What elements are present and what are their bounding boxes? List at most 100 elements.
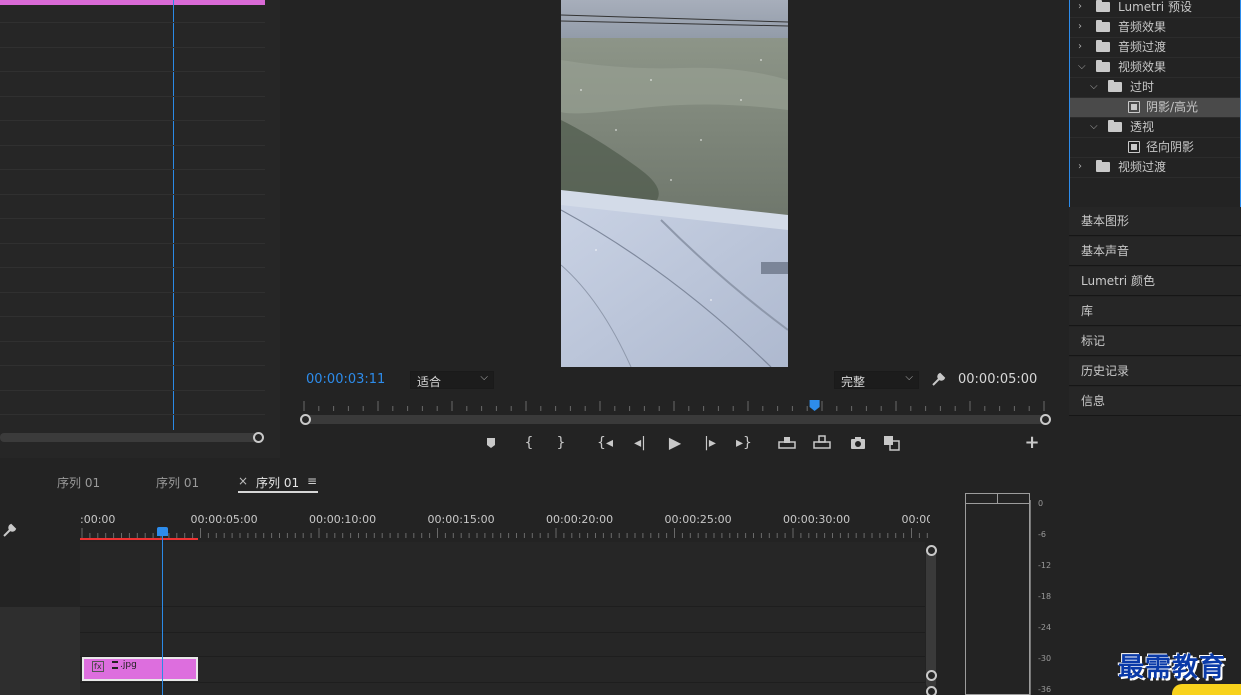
chevron-down-icon: ⌵ bbox=[480, 372, 488, 383]
ruler-label: 00:00:25:00 bbox=[665, 513, 732, 526]
program-playhead-marker[interactable] bbox=[809, 400, 820, 411]
effects-tree-item[interactable]: › 视频过渡 bbox=[1070, 158, 1240, 178]
timeline-scroll-bottom-handle[interactable] bbox=[926, 670, 937, 681]
meter-tick-label: -6 bbox=[1038, 530, 1046, 539]
timeline-time-ruler[interactable]: :00:00 00:00:05:00 00:00:10:00 00:00:15:00 0… bbox=[80, 508, 930, 538]
side-panel-item[interactable]: 基本图形 bbox=[1069, 207, 1241, 236]
zoom-level-value: 适合 bbox=[417, 375, 442, 389]
chevron-down-icon[interactable]: ⌵ bbox=[1090, 78, 1100, 96]
tab-sequence-1[interactable]: 序列 01 bbox=[57, 474, 100, 491]
source-row-divider bbox=[0, 22, 265, 23]
button-editor-plus[interactable]: + bbox=[1021, 432, 1043, 454]
mark-out-button[interactable]: } bbox=[550, 432, 572, 454]
chevron-right-icon[interactable]: › bbox=[1078, 0, 1088, 16]
tab-sequence-2[interactable]: 序列 01 bbox=[156, 474, 199, 491]
step-back-button[interactable]: ◂| bbox=[629, 432, 651, 454]
folder-icon bbox=[1108, 80, 1122, 92]
active-tab-indicator bbox=[238, 491, 318, 493]
source-row-divider bbox=[0, 120, 265, 121]
timeline-playhead-handle[interactable] bbox=[157, 527, 168, 536]
source-row-divider bbox=[0, 144, 265, 146]
settings-wrench-icon[interactable] bbox=[931, 371, 947, 390]
export-frame-button[interactable] bbox=[847, 432, 869, 454]
side-panel-item[interactable]: 标记 bbox=[1069, 327, 1241, 356]
add-marker-button[interactable] bbox=[480, 432, 502, 454]
meter-tick-label: -30 bbox=[1038, 654, 1052, 663]
audio-meter bbox=[965, 493, 1030, 695]
effects-tree-item[interactable]: › Lumetri 预设 bbox=[1070, 0, 1240, 18]
marker-icon bbox=[487, 438, 495, 448]
tab-menu-icon[interactable]: ≡ bbox=[307, 474, 317, 488]
tab-close-icon[interactable]: × bbox=[238, 474, 248, 488]
timeline-settings-wrench-icon[interactable] bbox=[2, 522, 18, 541]
clip-label: .jpg bbox=[120, 660, 137, 670]
mark-in-icon: { bbox=[524, 435, 534, 451]
source-row-divider bbox=[0, 95, 265, 97]
effects-tree-label: 阴影/高光 bbox=[1146, 100, 1199, 114]
duration-timecode: 00:00:05:00 bbox=[958, 372, 1038, 387]
program-scroll-left-handle[interactable] bbox=[300, 414, 311, 425]
chevron-right-icon[interactable]: › bbox=[1078, 38, 1088, 56]
meter-scale-line bbox=[1030, 500, 1031, 695]
source-row-divider bbox=[0, 218, 265, 219]
effects-tree-label: 音频效果 bbox=[1118, 20, 1167, 34]
go-to-out-icon: ▸} bbox=[736, 435, 752, 451]
source-row-divider bbox=[0, 193, 265, 195]
timeline-playhead[interactable] bbox=[162, 534, 163, 695]
effects-tree-item[interactable]: 阴影/高光 bbox=[1070, 98, 1240, 118]
lift-button[interactable] bbox=[776, 432, 798, 454]
program-video-frame[interactable] bbox=[561, 0, 788, 367]
effects-tree-item[interactable]: › 音频过渡 bbox=[1070, 38, 1240, 58]
source-scrollbar[interactable] bbox=[0, 433, 260, 442]
go-to-out-button[interactable]: ▸} bbox=[733, 432, 755, 454]
effects-tree-label: 视频效果 bbox=[1118, 60, 1167, 74]
ruler-label: 00:00:20:00 bbox=[546, 513, 613, 526]
play-button[interactable]: ▶ bbox=[664, 432, 686, 454]
effects-tree-item[interactable]: ⌵ 透视 bbox=[1070, 118, 1240, 138]
play-icon: ▶ bbox=[668, 433, 682, 452]
effect-icon bbox=[1128, 101, 1140, 113]
mark-in-button[interactable]: { bbox=[518, 432, 540, 454]
program-scroll-right-handle[interactable] bbox=[1040, 414, 1051, 425]
tab-sequence-3-active[interactable]: 序列 01 bbox=[256, 474, 299, 491]
side-panel-item[interactable]: 信息 bbox=[1069, 387, 1241, 416]
program-zoom-scrollbar[interactable] bbox=[306, 415, 1046, 424]
timeline-vertical-scrollbar[interactable] bbox=[926, 548, 936, 688]
current-timecode[interactable]: 00:00:03:11 bbox=[306, 372, 385, 387]
step-forward-button[interactable]: |▸ bbox=[699, 432, 721, 454]
side-panel-item[interactable]: 基本声音 bbox=[1069, 237, 1241, 266]
playback-resolution-select[interactable]: 完整 ⌵ bbox=[834, 371, 919, 389]
source-row-divider bbox=[0, 242, 265, 244]
effects-tree-item[interactable]: 径向阴影 bbox=[1070, 138, 1240, 158]
chevron-down-icon[interactable]: ⌵ bbox=[1090, 118, 1100, 136]
side-panel-item[interactable]: Lumetri 颜色 bbox=[1069, 267, 1241, 296]
timeline-hscroll-handle[interactable] bbox=[926, 686, 937, 695]
effects-tree-item[interactable]: ⌵ 过时 bbox=[1070, 78, 1240, 98]
side-panel-item[interactable]: 历史记录 bbox=[1069, 357, 1241, 386]
source-row-divider bbox=[0, 71, 265, 72]
effects-tree-label: 过时 bbox=[1130, 80, 1155, 94]
folder-icon bbox=[1096, 160, 1110, 172]
chevron-down-icon[interactable]: ⌵ bbox=[1078, 58, 1088, 76]
go-to-in-button[interactable]: {◂ bbox=[594, 432, 616, 454]
resolution-value: 完整 bbox=[841, 375, 866, 389]
program-time-ruler[interactable] bbox=[299, 397, 1049, 411]
effects-tree-item[interactable]: › 音频效果 bbox=[1070, 18, 1240, 38]
chevron-right-icon[interactable]: › bbox=[1078, 158, 1088, 176]
track-divider bbox=[80, 682, 925, 683]
extract-button[interactable] bbox=[811, 432, 833, 454]
source-scroll-handle[interactable] bbox=[253, 432, 264, 443]
effect-icon bbox=[1128, 141, 1140, 153]
watermark-logo: 最需教育 bbox=[1118, 653, 1227, 683]
meter-tick-label: -24 bbox=[1038, 623, 1052, 632]
effects-tree-label: 视频过渡 bbox=[1118, 160, 1167, 174]
zoom-level-select[interactable]: 适合 ⌵ bbox=[410, 371, 494, 389]
source-row-divider bbox=[0, 365, 265, 366]
effects-tree-item[interactable]: ⌵ 视频效果 bbox=[1070, 58, 1240, 78]
side-panel-item[interactable]: 库 bbox=[1069, 297, 1241, 326]
track-divider bbox=[80, 632, 925, 633]
timeline-scroll-top-handle[interactable] bbox=[926, 545, 937, 556]
compare-view-button[interactable] bbox=[881, 432, 903, 454]
source-row-divider bbox=[0, 316, 265, 317]
chevron-right-icon[interactable]: › bbox=[1078, 18, 1088, 36]
